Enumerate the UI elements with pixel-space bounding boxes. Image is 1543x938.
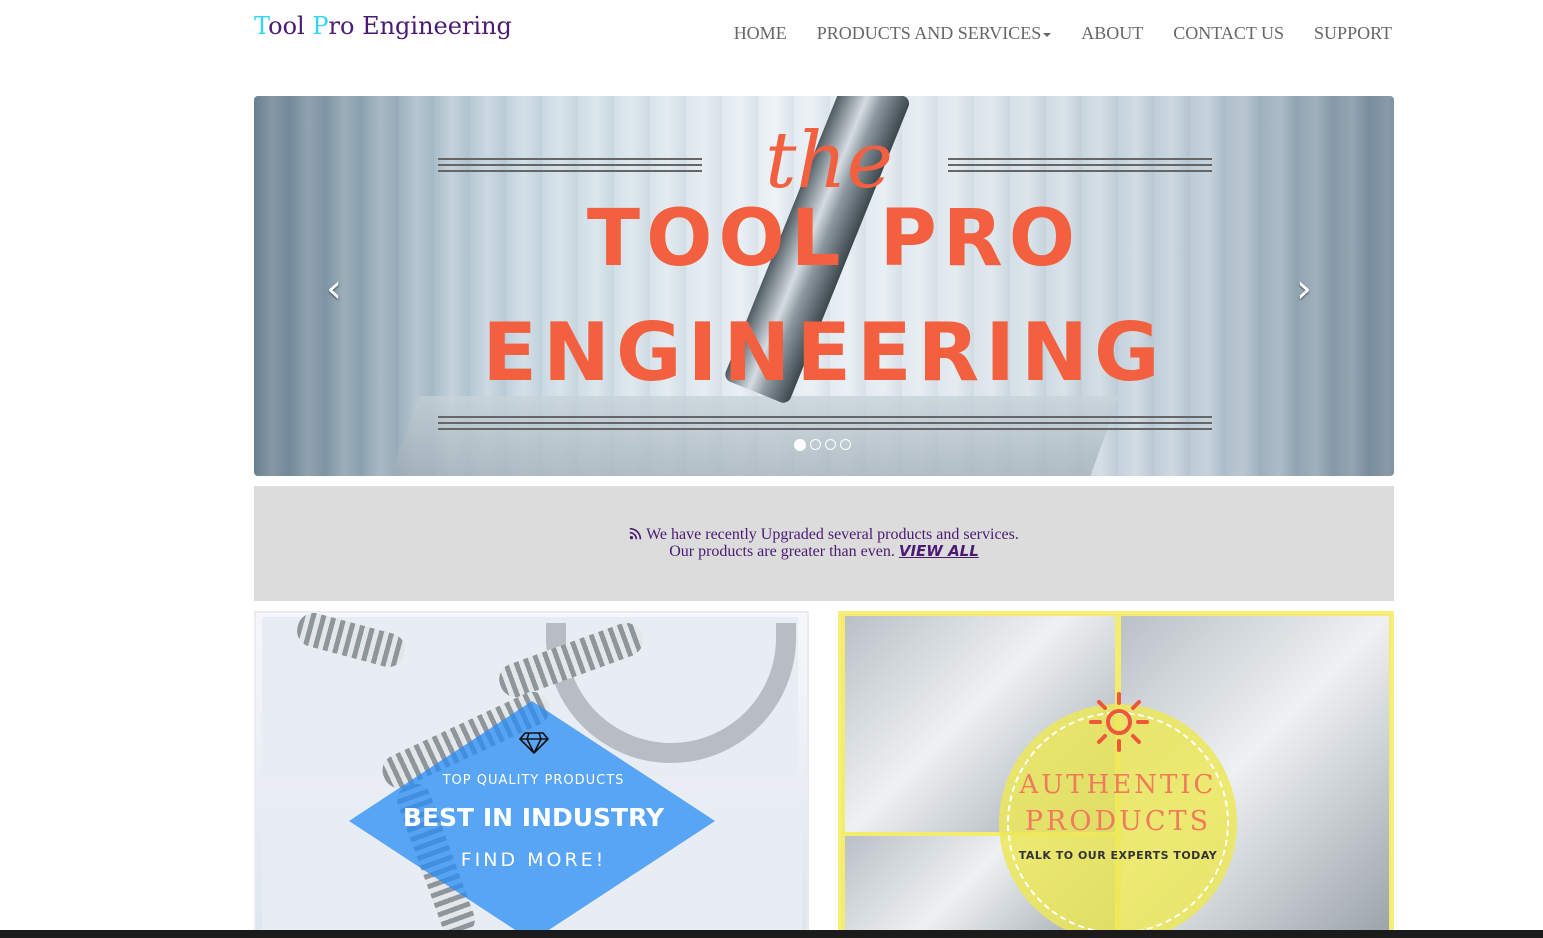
promo-tile-quality[interactable]: TOP QUALITY PRODUCTS BEST IN INDUSTRY FI…: [254, 611, 809, 938]
nav-contact[interactable]: CONTACT US: [1173, 23, 1284, 44]
authentic-text-line2: PRODUCTS: [1024, 806, 1212, 837]
hero-carousel: the TOOL PRO ENGINEERING ‹ ›: [254, 96, 1394, 476]
nav-products-label: PRODUCTS AND SERVICES: [816, 23, 1042, 43]
hero-the-text: the: [765, 116, 893, 206]
carousel-indicator-2[interactable]: [810, 439, 821, 450]
find-more-link[interactable]: FIND MORE!: [256, 849, 807, 871]
site-logo[interactable]: Tool Pro Engineering: [254, 12, 512, 40]
talk-to-experts-link[interactable]: TALK TO OUR EXPERTS TODAY: [999, 849, 1237, 862]
promo-headline: BEST IN INDUSTRY: [402, 803, 665, 832]
carousel-indicator-4[interactable]: [840, 439, 851, 450]
sun-icon: [1089, 692, 1149, 752]
nav-products-dropdown[interactable]: PRODUCTS AND SERVICES: [817, 23, 1052, 44]
view-all-link[interactable]: VIEW ALL: [899, 542, 979, 560]
navbar: Tool Pro Engineering HOME PRODUCTS AND S…: [254, 0, 1394, 70]
brand-accent-t: T: [254, 12, 269, 40]
carousel-next-button[interactable]: ›: [1296, 266, 1312, 312]
main-nav: HOME PRODUCTS AND SERVICES ABOUT CONTACT…: [734, 23, 1392, 44]
nav-support[interactable]: SUPPORT: [1314, 23, 1392, 44]
carousel-indicators: [794, 439, 851, 451]
decor-lines-bottom: [438, 416, 1212, 430]
brand-accent-p: P: [312, 12, 329, 40]
rss-icon: [629, 527, 642, 540]
news-text-1: We have recently Upgraded several produc…: [646, 526, 1019, 543]
carousel-prev-button[interactable]: ‹: [326, 266, 342, 312]
news-text-2: Our products are greater than even.: [669, 543, 895, 560]
bottom-bar: [0, 930, 1543, 938]
hero-title-line1: TOOL PRO: [586, 194, 1082, 284]
carousel-indicator-1[interactable]: [794, 439, 806, 451]
machined-part-image: [368, 396, 1120, 476]
authentic-text-line1: AUTHENTIC: [1019, 770, 1217, 800]
promo-kicker: TOP QUALITY PRODUCTS: [442, 773, 625, 788]
news-line-2: Our products are greater than even. VIEW…: [254, 542, 1394, 561]
brand-text-1: ool: [268, 12, 313, 40]
carousel-indicator-3[interactable]: [825, 439, 836, 450]
promo-tile-authentic[interactable]: AUTHENTIC PRODUCTS TALK TO OUR EXPERTS T…: [838, 611, 1394, 938]
diamond-icon: [519, 732, 549, 754]
news-strip: We have recently Upgraded several produc…: [254, 486, 1394, 601]
nav-home[interactable]: HOME: [734, 23, 787, 44]
hero-title-line2: ENGINEERING: [482, 306, 1166, 399]
caret-down-icon: [1043, 32, 1052, 37]
brand-text-2: ro Engineering: [328, 12, 512, 40]
nav-about[interactable]: ABOUT: [1081, 23, 1143, 44]
